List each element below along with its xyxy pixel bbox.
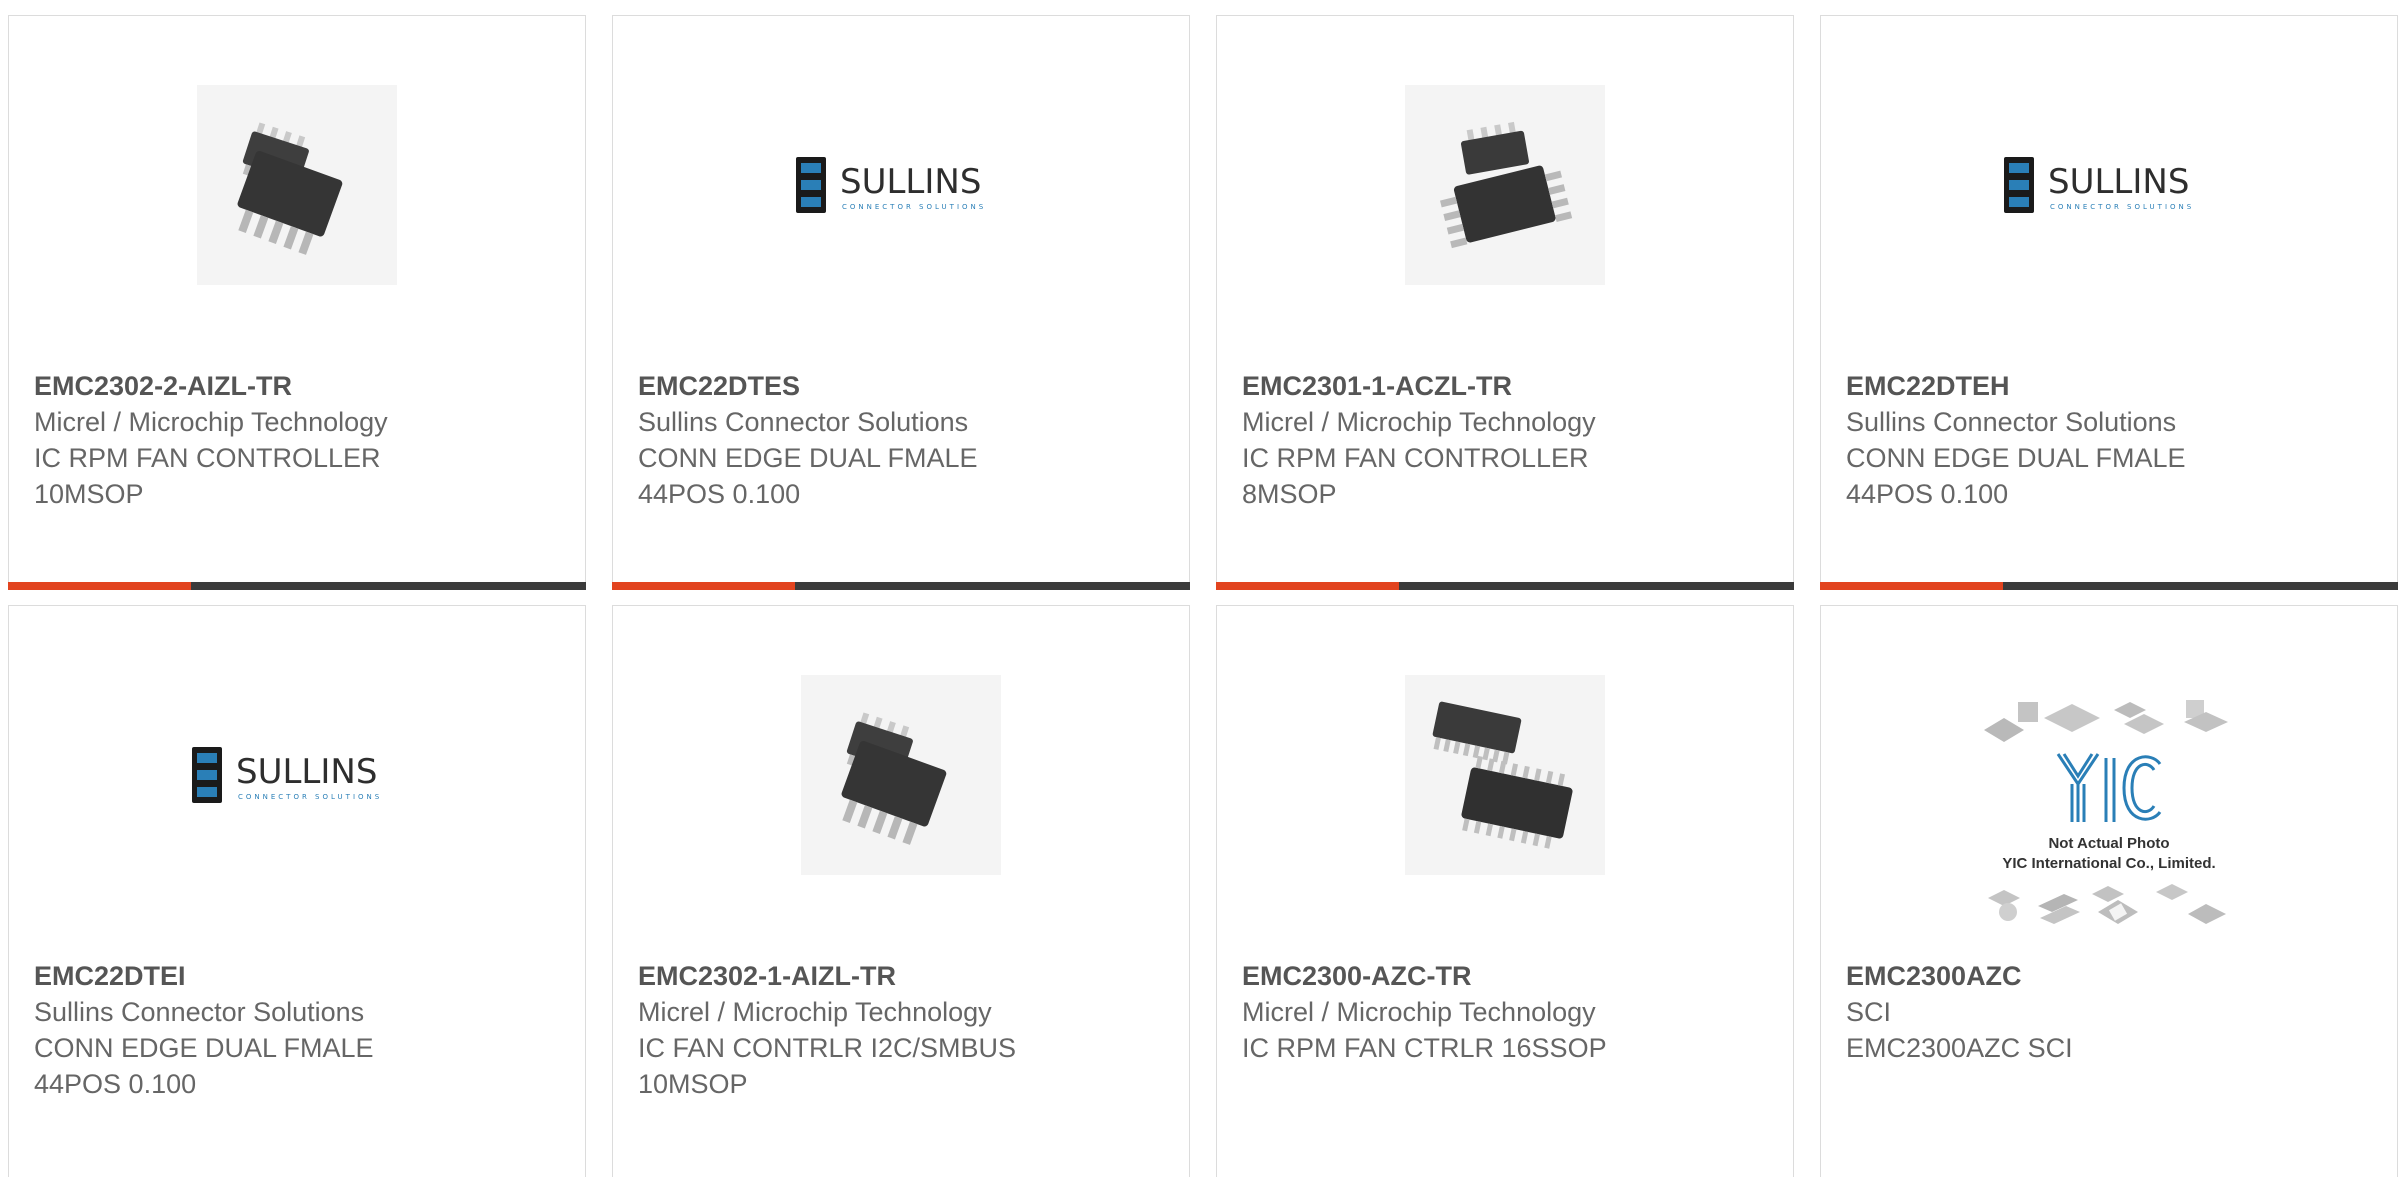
svg-text:CONNECTOR SOLUTIONS: CONNECTOR SOLUTIONS bbox=[2050, 203, 2194, 211]
card-accent-bar bbox=[612, 582, 1190, 590]
ssop-chip-photo bbox=[1405, 675, 1605, 875]
description-line-1: CONN EDGE DUAL FMALE bbox=[1846, 443, 2186, 473]
msop-chip-photo bbox=[801, 675, 1001, 875]
manufacturer: Micrel / Microchip Technology bbox=[638, 997, 992, 1027]
product-card[interactable]: SULLINS CONNECTOR SOLUTIONS EMC22DTEI Su… bbox=[8, 605, 586, 1177]
manufacturer: Sullins Connector Solutions bbox=[638, 407, 969, 437]
manufacturer: SCI bbox=[1846, 997, 1892, 1027]
product-card[interactable]: EMC2302-2-AIZL-TR Micrel / Microchip Tec… bbox=[8, 15, 586, 590]
svg-text:SULLINS: SULLINS bbox=[236, 752, 377, 792]
product-image[interactable]: Not Actual Photo YIC International Co., … bbox=[1821, 692, 2397, 932]
part-number[interactable]: EMC2301-1-ACZL-TR bbox=[1242, 368, 1762, 404]
description-line-2: 44POS 0.100 bbox=[638, 479, 801, 509]
description-line-1: IC RPM FAN CTRLR 16SSOP bbox=[1242, 1033, 1607, 1063]
sullins-logo: SULLINS CONNECTOR SOLUTIONS bbox=[796, 157, 986, 213]
svg-text:CONNECTOR SOLUTIONS: CONNECTOR SOLUTIONS bbox=[238, 793, 382, 801]
part-number[interactable]: EMC2302-1-AIZL-TR bbox=[638, 958, 1158, 994]
description-line-1: IC FAN CONTRLR I2C/SMBUS bbox=[638, 1033, 1017, 1063]
part-number[interactable]: EMC2300-AZC-TR bbox=[1242, 958, 1762, 994]
part-number[interactable]: EMC2302-2-AIZL-TR bbox=[34, 368, 554, 404]
msop-chip-photo bbox=[197, 85, 397, 285]
part-number[interactable]: EMC22DTEI bbox=[34, 958, 554, 994]
product-card[interactable]: EMC2301-1-ACZL-TR Micrel / Microchip Tec… bbox=[1216, 15, 1794, 590]
card-accent-bar bbox=[1820, 582, 2398, 590]
yic-caption-line-1: Not Actual Photo bbox=[2048, 835, 2169, 852]
product-image[interactable]: SULLINS CONNECTOR SOLUTIONS bbox=[9, 670, 585, 880]
manufacturer: Micrel / Microchip Technology bbox=[1242, 997, 1596, 1027]
yic-caption-line-2: YIC International Co., Limited. bbox=[2002, 855, 2215, 872]
product-card[interactable]: EMC2302-1-AIZL-TR Micrel / Microchip Tec… bbox=[612, 605, 1190, 1177]
svg-text:SULLINS: SULLINS bbox=[2048, 162, 2189, 202]
manufacturer: Sullins Connector Solutions bbox=[34, 997, 365, 1027]
description-line-2: 8MSOP bbox=[1242, 479, 1337, 509]
description-line-2: 10MSOP bbox=[34, 479, 144, 509]
svg-text:CONNECTOR SOLUTIONS: CONNECTOR SOLUTIONS bbox=[842, 203, 986, 211]
description-line-1: EMC2300AZC SCI bbox=[1846, 1033, 2073, 1063]
description-line-2: 44POS 0.100 bbox=[1846, 479, 2009, 509]
product-image[interactable] bbox=[1217, 80, 1793, 290]
part-number[interactable]: EMC22DTEH bbox=[1846, 368, 2366, 404]
description-line-1: IC RPM FAN CONTROLLER bbox=[1242, 443, 1589, 473]
product-image[interactable] bbox=[9, 80, 585, 290]
description-line-1: CONN EDGE DUAL FMALE bbox=[638, 443, 978, 473]
product-card[interactable]: EMC2300-AZC-TR Micrel / Microchip Techno… bbox=[1216, 605, 1794, 1177]
card-accent-bar bbox=[8, 582, 586, 590]
product-image[interactable] bbox=[1217, 670, 1793, 880]
svg-text:SULLINS: SULLINS bbox=[840, 162, 981, 202]
manufacturer: Sullins Connector Solutions bbox=[1846, 407, 2177, 437]
product-image[interactable]: SULLINS CONNECTOR SOLUTIONS bbox=[1821, 80, 2397, 290]
product-image[interactable]: SULLINS CONNECTOR SOLUTIONS bbox=[613, 80, 1189, 290]
part-number[interactable]: EMC2300AZC bbox=[1846, 958, 2366, 994]
manufacturer: Micrel / Microchip Technology bbox=[1242, 407, 1596, 437]
part-number[interactable]: EMC22DTES bbox=[638, 368, 1158, 404]
yic-placeholder-image: Not Actual Photo YIC International Co., … bbox=[1984, 700, 2228, 924]
card-accent-bar bbox=[1216, 582, 1794, 590]
product-card[interactable]: SULLINS CONNECTOR SOLUTIONS EMC22DTES Su… bbox=[612, 15, 1190, 590]
description-line-2: 10MSOP bbox=[638, 1069, 748, 1099]
manufacturer: Micrel / Microchip Technology bbox=[34, 407, 388, 437]
product-card[interactable]: SULLINS CONNECTOR SOLUTIONS EMC22DTEH Su… bbox=[1820, 15, 2398, 590]
description-line-1: IC RPM FAN CONTROLLER bbox=[34, 443, 381, 473]
sullins-logo: SULLINS CONNECTOR SOLUTIONS bbox=[2004, 157, 2194, 213]
product-card[interactable]: Not Actual Photo YIC International Co., … bbox=[1820, 605, 2398, 1177]
product-grid: EMC2302-2-AIZL-TR Micrel / Microchip Tec… bbox=[0, 0, 2400, 1177]
sullins-logo: SULLINS CONNECTOR SOLUTIONS bbox=[192, 747, 382, 803]
product-image[interactable] bbox=[613, 670, 1189, 880]
description-line-2: 44POS 0.100 bbox=[34, 1069, 197, 1099]
msop-chip-photo bbox=[1405, 85, 1605, 285]
description-line-1: CONN EDGE DUAL FMALE bbox=[34, 1033, 374, 1063]
